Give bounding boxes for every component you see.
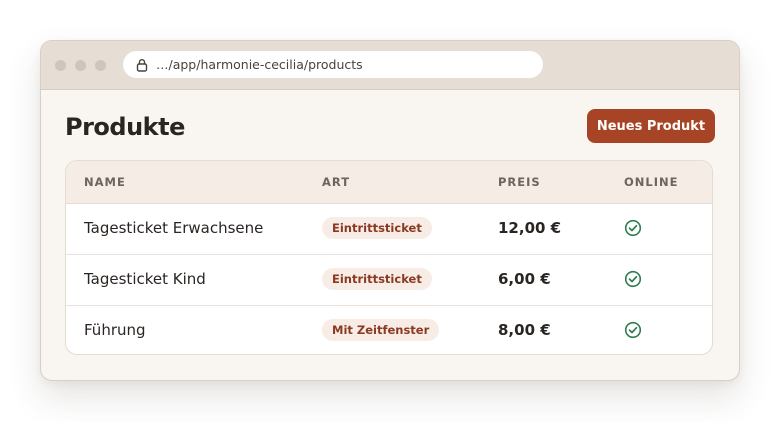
product-price: 12,00 €	[498, 219, 562, 237]
product-name[interactable]: Tagesticket Erwachsene	[84, 219, 263, 237]
url-text: …/app/harmonie-cecilia/products	[156, 57, 363, 72]
table-row[interactable]: Tagesticket Erwachsene Eintrittsticket 1…	[66, 203, 712, 255]
products-table: NAME ART PREIS ONLINE Tagesticket Erwach…	[65, 160, 713, 355]
product-type-badge: Mit Zeitfenster	[322, 319, 440, 341]
product-price: 8,00 €	[498, 321, 551, 339]
window-maximize-dot[interactable]	[95, 60, 106, 71]
table-row[interactable]: Tagesticket Kind Eintrittsticket 6,00 €	[66, 254, 712, 306]
check-circle-icon[interactable]	[624, 321, 642, 339]
check-circle-icon[interactable]	[624, 219, 642, 237]
product-price: 6,00 €	[498, 270, 551, 288]
page-title: Produkte	[65, 113, 185, 141]
product-type-badge: Eintrittsticket	[322, 217, 432, 239]
column-header-price[interactable]: PREIS	[498, 175, 541, 189]
column-header-name[interactable]: NAME	[84, 175, 126, 189]
product-type-badge: Eintrittsticket	[322, 268, 432, 290]
table-row[interactable]: Führung Mit Zeitfenster 8,00 €	[66, 305, 712, 354]
window-minimize-dot[interactable]	[75, 60, 86, 71]
browser-titlebar: …/app/harmonie-cecilia/products	[41, 41, 739, 90]
product-name[interactable]: Führung	[84, 321, 146, 339]
column-header-type[interactable]: ART	[322, 175, 350, 189]
check-circle-icon[interactable]	[624, 270, 642, 288]
browser-window: …/app/harmonie-cecilia/products Produkte…	[40, 40, 740, 381]
column-header-online[interactable]: ONLINE	[624, 175, 679, 189]
product-name[interactable]: Tagesticket Kind	[84, 270, 206, 288]
address-bar[interactable]: …/app/harmonie-cecilia/products	[123, 51, 543, 78]
table-header: NAME ART PREIS ONLINE	[66, 161, 712, 204]
lock-icon	[136, 59, 148, 72]
window-close-dot[interactable]	[55, 60, 66, 71]
new-product-button[interactable]: Neues Produkt	[587, 109, 715, 143]
